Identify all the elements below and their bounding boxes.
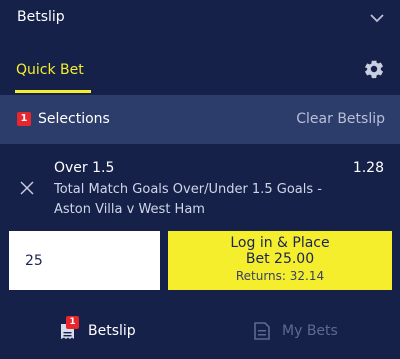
login-and-place-bet-button[interactable]: Log in & Place Bet 25.00 Returns: 32.14 <box>168 231 392 290</box>
selection-odds: 1.28 <box>352 160 384 176</box>
place-button-line2: Bet 25.00 <box>245 251 315 267</box>
tab-my-bets-label: My Bets <box>282 323 338 339</box>
quick-bet-bar: Quick Bet <box>0 38 400 95</box>
chevron-down-icon[interactable] <box>369 12 385 24</box>
selections-count-badge: 1 <box>17 112 31 126</box>
bet-selection-row: Over 1.5 1.28 Total Match Goals Over/Und… <box>0 144 400 226</box>
place-button-line1: Log in & Place <box>230 235 330 251</box>
selections-label: Selections <box>38 111 110 127</box>
betslip-count-badge: 1 <box>66 316 79 329</box>
betslip-title: Betslip <box>17 9 65 25</box>
tab-betslip[interactable]: 1 Betslip <box>58 316 158 344</box>
selection-name: Over 1.5 <box>54 160 115 176</box>
bottom-tab-bar: 1 Betslip My Bets <box>0 300 400 359</box>
tab-quick-bet[interactable]: Quick Bet <box>16 62 84 78</box>
market-description: Total Match Goals Over/Under 1.5 Goals -… <box>54 182 322 217</box>
active-tab-underline <box>15 90 91 93</box>
my-bets-icon <box>254 322 270 340</box>
betslip-header[interactable]: Betslip <box>0 0 400 38</box>
tab-my-bets[interactable]: My Bets <box>252 318 362 344</box>
potential-returns: Returns: 32.14 <box>235 269 325 283</box>
clear-betslip-button[interactable]: Clear Betslip <box>296 111 385 127</box>
close-icon[interactable] <box>20 181 34 195</box>
gear-icon[interactable] <box>363 58 385 80</box>
stake-input[interactable] <box>9 231 160 290</box>
tab-betslip-label: Betslip <box>88 323 136 339</box>
selections-bar: 1 Selections Clear Betslip <box>0 95 400 144</box>
